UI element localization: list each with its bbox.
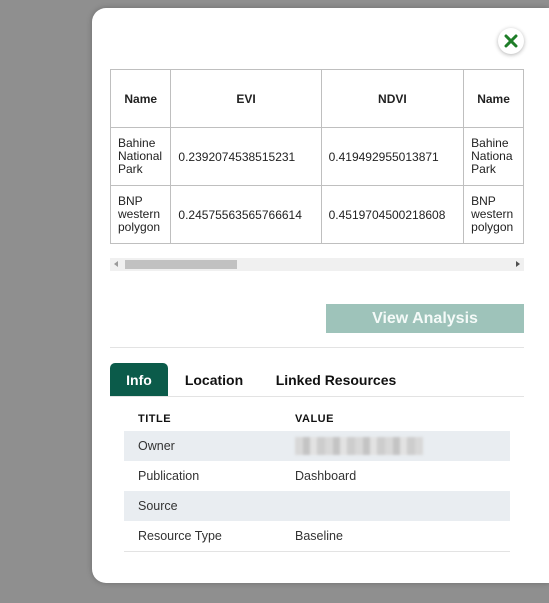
column-header-name: Name — [110, 69, 172, 128]
table-cell: Bahine Nationa Park — [463, 127, 524, 186]
close-icon — [504, 34, 518, 48]
attribute-table-scroller[interactable]: Name EVI NDVI Name Bahine National Park … — [110, 69, 524, 245]
divider — [110, 347, 524, 348]
horizontal-scrollbar[interactable] — [110, 258, 524, 271]
close-button[interactable] — [498, 28, 524, 54]
info-table: TITLE VALUE Owner Publication Dashboard … — [124, 407, 510, 552]
scrollbar-thumb[interactable] — [125, 260, 237, 269]
info-header-title: TITLE — [138, 413, 172, 425]
table-cell: BNP western polygon — [110, 185, 172, 244]
view-analysis-button[interactable]: View Analysis — [326, 304, 524, 333]
info-row-value: Baseline — [295, 529, 343, 543]
info-row-value: Dashboard — [295, 469, 357, 483]
info-row-source: Source — [124, 491, 510, 521]
scroll-left-arrow-icon[interactable] — [114, 261, 118, 267]
info-header-value: VALUE — [295, 413, 334, 425]
attribute-table: Name EVI NDVI Name Bahine National Park … — [110, 69, 524, 244]
table-cell: 0.4519704500218608 — [320, 185, 465, 244]
table-cell: BNP western polygon — [463, 185, 524, 244]
column-header-name-2: Name — [463, 69, 524, 128]
table-cell: Bahine National Park — [110, 127, 172, 186]
info-row-publication: Publication Dashboard — [124, 461, 510, 491]
tab-location[interactable]: Location — [174, 363, 254, 396]
info-row-title: Resource Type — [138, 529, 222, 543]
scroll-right-arrow-icon[interactable] — [516, 261, 520, 267]
column-header-ndvi: NDVI — [320, 69, 465, 128]
table-cell: 0.24575563565766614 — [170, 185, 322, 244]
table-row: BNP western polygon 0.24575563565766614 … — [110, 185, 524, 244]
column-header-evi: EVI — [170, 69, 322, 128]
table-header-row: Name EVI NDVI Name — [110, 69, 524, 128]
modal-backdrop[interactable] — [0, 0, 92, 603]
details-modal: Name EVI NDVI Name Bahine National Park … — [92, 8, 549, 583]
info-table-header: TITLE VALUE — [124, 407, 510, 431]
tab-bar: Info Location Linked Resources — [110, 363, 524, 397]
info-row-title: Owner — [138, 439, 175, 453]
info-row-resource-type: Resource Type Baseline — [124, 521, 510, 552]
info-row-value — [295, 437, 510, 455]
info-row-title: Publication — [138, 469, 200, 483]
table-row: Bahine National Park 0.2392074538515231 … — [110, 127, 524, 186]
table-cell: 0.2392074538515231 — [170, 127, 322, 186]
info-row-title: Source — [138, 499, 178, 513]
redacted-owner-value — [295, 437, 423, 455]
tab-linked-resources[interactable]: Linked Resources — [266, 363, 406, 396]
tab-info[interactable]: Info — [110, 363, 168, 396]
table-cell: 0.419492955013871 — [320, 127, 465, 186]
info-row-owner: Owner — [124, 431, 510, 461]
